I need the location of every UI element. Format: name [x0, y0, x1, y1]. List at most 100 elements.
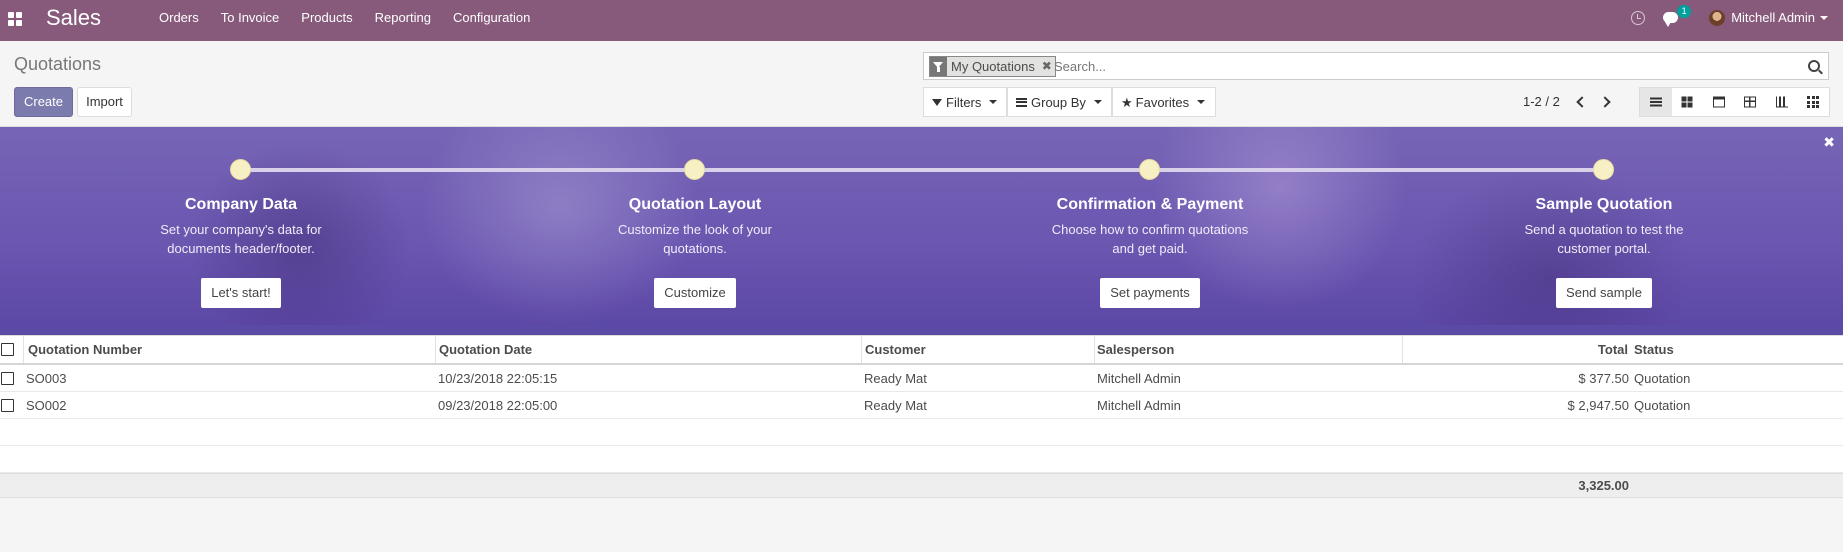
row-select-cell — [1, 365, 23, 391]
messaging-button[interactable]: 1 — [1663, 4, 1692, 27]
cell-status: Quotation — [1634, 397, 1691, 413]
app-brand[interactable]: Sales — [46, 5, 101, 31]
step-dot — [1593, 159, 1614, 180]
step-description: Send a quotation to test the customer po… — [1474, 220, 1734, 258]
menu-item-configuration[interactable]: Configuration — [442, 0, 541, 41]
column-header-customer[interactable]: Customer — [861, 336, 1094, 363]
menu-item-reporting[interactable]: Reporting — [364, 0, 442, 41]
table-row[interactable]: SO003 10/23/2018 22:05:15 Ready Mat Mitc… — [0, 365, 1843, 392]
step-description-line: quotations. — [663, 241, 727, 256]
favorites-label: Favorites — [1135, 94, 1190, 110]
list-view-button[interactable] — [1640, 88, 1672, 116]
menu-item-orders[interactable]: Orders — [148, 0, 210, 41]
chevron-down-icon — [1197, 100, 1206, 104]
pivot-view-button[interactable] — [1735, 88, 1767, 116]
search-input[interactable] — [1054, 56, 1794, 77]
menu-item-to-invoice[interactable]: To Invoice — [210, 0, 291, 41]
select-all-checkbox[interactable] — [1, 343, 14, 356]
import-button[interactable]: Import — [77, 87, 132, 117]
breadcrumb: Quotations — [14, 54, 102, 74]
facet-remove-icon[interactable]: ✖ — [1039, 57, 1055, 76]
step-title: Quotation Layout — [628, 196, 762, 213]
filter-icon — [930, 57, 947, 76]
step-description-line: Send a quotation to test the — [1524, 222, 1684, 237]
step-quotation-layout: Quotation Layout Customize the look of y… — [565, 194, 825, 308]
cell-customer: Ready Mat — [864, 397, 927, 413]
activity-clock-icon[interactable] — [1631, 10, 1646, 25]
kanban-icon — [1681, 96, 1693, 108]
pager-next-button[interactable] — [1596, 91, 1620, 113]
step-description-line: Customize the look of your — [618, 222, 772, 237]
chat-icon — [1663, 11, 1679, 27]
table-header: Quotation Number Quotation Date Customer… — [0, 335, 1843, 365]
kanban-view-button[interactable] — [1672, 88, 1704, 116]
row-checkbox[interactable] — [1, 398, 14, 412]
cell-status: Quotation — [1634, 370, 1691, 386]
view-switcher — [1639, 87, 1830, 117]
cell-number: SO003 — [26, 370, 67, 386]
group-by-button[interactable]: Group By — [1007, 87, 1112, 117]
column-header-salesperson[interactable]: Salesperson — [1094, 336, 1402, 363]
systray: 1 Mitchell Admin — [1631, 0, 1843, 35]
bars-icon — [1016, 97, 1027, 107]
row-select-cell — [1, 392, 23, 418]
step-description: Set your company's data for documents he… — [111, 220, 371, 258]
send-sample-button[interactable]: Send sample — [1556, 278, 1652, 308]
activity-view-button[interactable] — [1798, 88, 1830, 116]
avatar[interactable] — [1709, 9, 1726, 26]
create-button[interactable]: Create — [14, 87, 73, 117]
table-icon — [1744, 96, 1757, 108]
table-row[interactable]: SO002 09/23/2018 22:05:00 Ready Mat Mitc… — [0, 392, 1843, 419]
step-description-line: and get paid. — [1112, 241, 1188, 256]
cell-total: $ 377.50 — [1578, 370, 1629, 386]
favorites-button[interactable]: ★ Favorites — [1112, 87, 1216, 117]
cell-salesperson: Mitchell Admin — [1097, 370, 1181, 386]
step-title: Company Data — [184, 196, 298, 213]
group-by-label: Group By — [1031, 94, 1086, 110]
control-panel: Quotations Create Import My Quotations ✖… — [0, 41, 1843, 127]
menu-item-products[interactable]: Products — [290, 0, 363, 41]
search-facet: My Quotations ✖ — [929, 56, 1056, 77]
column-header-number[interactable]: Quotation Number — [23, 336, 435, 363]
cell-total: $ 2,947.50 — [1567, 397, 1629, 413]
column-header-total[interactable]: Total — [1402, 336, 1629, 363]
table-footer: 3,325.00 — [0, 473, 1843, 498]
star-icon: ★ — [1121, 94, 1133, 110]
calendar-view-button[interactable] — [1703, 88, 1735, 116]
column-header-date[interactable]: Quotation Date — [435, 336, 861, 363]
step-dot — [684, 159, 705, 180]
set-payments-button[interactable]: Set payments — [1100, 278, 1200, 308]
apps-menu-icon[interactable] — [8, 12, 22, 26]
search-icon[interactable] — [1808, 60, 1820, 72]
row-checkbox[interactable] — [1, 371, 14, 385]
facet-label: My Quotations — [951, 59, 1035, 74]
search-bar: My Quotations ✖ — [923, 52, 1829, 80]
column-header-status[interactable]: Status — [1634, 336, 1843, 363]
close-icon[interactable]: ✖ — [1823, 135, 1835, 149]
main-menu: Orders To Invoice Products Reporting Con… — [148, 0, 541, 41]
step-description-line: Set your company's data for — [160, 222, 322, 237]
filters-label: Filters — [946, 94, 982, 110]
calendar-icon — [1712, 96, 1725, 108]
pager-value[interactable]: 1-2 / 2 — [1523, 94, 1560, 109]
customize-button[interactable]: Customize — [654, 278, 736, 308]
step-description-line: Choose how to confirm quotations — [1051, 222, 1249, 237]
step-description-line: customer portal. — [1557, 241, 1651, 256]
step-title: Confirmation & Payment — [1056, 196, 1244, 213]
chat-badge: 1 — [1677, 4, 1692, 18]
top-navbar: Sales Orders To Invoice Products Reporti… — [0, 0, 1843, 41]
step-title: Sample Quotation — [1535, 196, 1673, 213]
user-menu-name[interactable]: Mitchell Admin — [1731, 10, 1815, 25]
step-description: Customize the look of your quotations. — [565, 220, 825, 258]
chevron-down-icon — [1093, 100, 1102, 104]
bar-chart-icon — [1775, 96, 1788, 108]
step-company-data: Company Data Set your company's data for… — [111, 194, 371, 308]
chevron-down-icon[interactable] — [1820, 15, 1828, 20]
pager-previous-button[interactable] — [1568, 91, 1592, 113]
cell-date: 09/23/2018 22:05:00 — [438, 397, 558, 413]
filters-button[interactable]: Filters — [923, 87, 1007, 117]
onboarding-banner: ✖ Company Data Set your company's data f… — [0, 127, 1843, 335]
lets-start-button[interactable]: Let's start! — [201, 278, 281, 308]
filter-icon — [932, 98, 942, 106]
graph-view-button[interactable] — [1766, 88, 1798, 116]
